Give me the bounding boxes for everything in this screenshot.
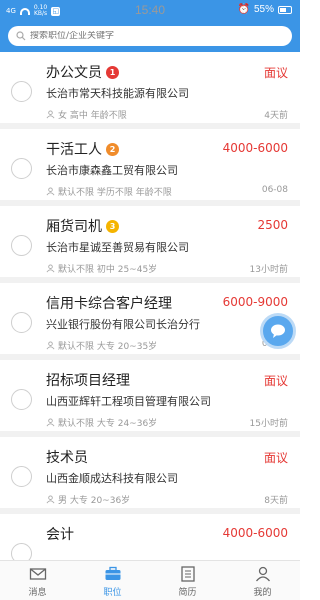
rank-medal-icon: 3 <box>106 219 119 233</box>
job-salary: 6000-9000 <box>222 295 288 309</box>
job-requirements: 男 大专 20~36岁 <box>58 496 131 506</box>
person-icon <box>46 418 55 427</box>
tab-label: 消息 <box>28 588 47 598</box>
job-requirements: 默认不限 大专 20~35岁 <box>58 342 158 352</box>
job-salary: 4000-6000 <box>222 526 288 540</box>
tab-resume[interactable]: 简历 <box>150 561 225 600</box>
job-item[interactable]: 信用卡综合客户经理 6000-9000 兴业银行股份有限公司长治分行 默认不限 … <box>0 283 300 360</box>
search-bar[interactable] <box>8 26 292 46</box>
post-time: 15小时前 <box>249 419 288 429</box>
select-radio[interactable] <box>11 158 32 179</box>
job-requirements: 默认不限 大专 24~36岁 <box>58 419 158 429</box>
job-item[interactable]: 招标项目经理 面议 山西亚辉轩工程项目管理有限公司 默认不限 大专 24~36岁… <box>0 360 300 437</box>
job-title: 办公文员 <box>46 65 102 81</box>
job-salary: 面议 <box>263 451 288 465</box>
select-radio[interactable] <box>11 543 32 560</box>
company-name: 长治市常天科技能源有限公司 <box>46 87 189 100</box>
battery-icon <box>278 5 292 14</box>
job-list: 办公文员 1 面议 长治市常天科技能源有限公司 女 高中 年龄不限 4天前 干活工… <box>0 52 300 560</box>
job-requirements: 女 高中 年龄不限 <box>58 111 127 121</box>
select-radio[interactable] <box>11 312 32 333</box>
status-bar: 4G 0.10 KB/s ◱ 15:40 ⏰ 55% <box>0 0 300 22</box>
chat-float-button[interactable] <box>260 313 296 349</box>
job-requirements: 默认不限 学历不限 年龄不限 <box>58 188 172 198</box>
company-name: 山西亚辉轩工程项目管理有限公司 <box>46 395 211 408</box>
job-title: 技术员 <box>46 450 88 466</box>
person-icon <box>46 341 55 350</box>
search-input[interactable] <box>30 31 270 41</box>
post-time: 4天前 <box>264 111 288 121</box>
job-title: 厢货司机 <box>46 219 102 235</box>
tab-profile[interactable]: 我的 <box>225 561 300 600</box>
company-name: 兴业银行股份有限公司长治分行 <box>46 318 200 331</box>
select-radio[interactable] <box>11 235 32 256</box>
select-radio[interactable] <box>11 81 32 102</box>
job-requirements: 默认不限 初中 25~45岁 <box>58 265 158 275</box>
tab-label: 简历 <box>178 588 197 598</box>
job-salary: 2500 <box>257 218 288 232</box>
job-item[interactable]: 会计 4000-6000 <box>0 514 300 560</box>
job-item[interactable]: 干活工人 2 4000-6000 长治市康森鑫工贸有限公司 默认不限 学历不限 年… <box>0 129 300 206</box>
resume-icon <box>180 566 195 582</box>
bottom-tab-bar: 消息 职位 简历 我的 <box>0 560 300 600</box>
job-salary: 面议 <box>263 66 288 80</box>
tab-label: 职位 <box>103 588 122 598</box>
battery-percent: 55% <box>253 4 274 15</box>
header: 4G 0.10 KB/s ◱ 15:40 ⏰ 55% <box>0 0 300 52</box>
mail-icon <box>29 568 46 580</box>
person-icon <box>46 110 55 119</box>
job-title: 干活工人 <box>46 142 102 158</box>
person-icon <box>46 264 55 273</box>
job-item[interactable]: 办公文员 1 面议 长治市常天科技能源有限公司 女 高中 年龄不限 4天前 <box>0 52 300 129</box>
briefcase-icon <box>105 566 120 580</box>
job-salary: 面议 <box>263 374 288 388</box>
job-title: 招标项目经理 <box>46 373 130 389</box>
post-time: 13小时前 <box>249 265 288 275</box>
rank-medal-icon: 1 <box>106 65 119 79</box>
job-item[interactable]: 厢货司机 3 2500 长治市星诚至善贸易有限公司 默认不限 初中 25~45岁 … <box>0 206 300 283</box>
select-radio[interactable] <box>11 389 32 410</box>
job-salary: 4000-6000 <box>222 141 288 155</box>
alarm-icon: ⏰ <box>237 4 250 15</box>
profile-icon <box>255 566 270 582</box>
company-name: 长治市星诚至善贸易有限公司 <box>46 241 189 254</box>
job-title: 信用卡综合客户经理 <box>46 296 172 312</box>
rank-medal-icon: 2 <box>106 142 119 156</box>
post-time: 8天前 <box>264 496 288 506</box>
job-title: 会计 <box>46 527 74 543</box>
company-name: 山西金顺成达科技有限公司 <box>46 472 178 485</box>
chat-bubble-icon <box>271 324 285 338</box>
select-radio[interactable] <box>11 466 32 487</box>
person-icon <box>46 187 55 196</box>
person-icon <box>46 495 55 504</box>
post-time: 06-08 <box>261 185 288 195</box>
job-item[interactable]: 技术员 面议 山西金顺成达科技有限公司 男 大专 20~36岁 8天前 <box>0 437 300 514</box>
company-name: 长治市康森鑫工贸有限公司 <box>46 164 178 177</box>
tab-label: 我的 <box>253 588 272 598</box>
search-icon <box>16 31 26 41</box>
tab-jobs[interactable]: 职位 <box>75 561 150 600</box>
tab-messages[interactable]: 消息 <box>0 561 75 600</box>
